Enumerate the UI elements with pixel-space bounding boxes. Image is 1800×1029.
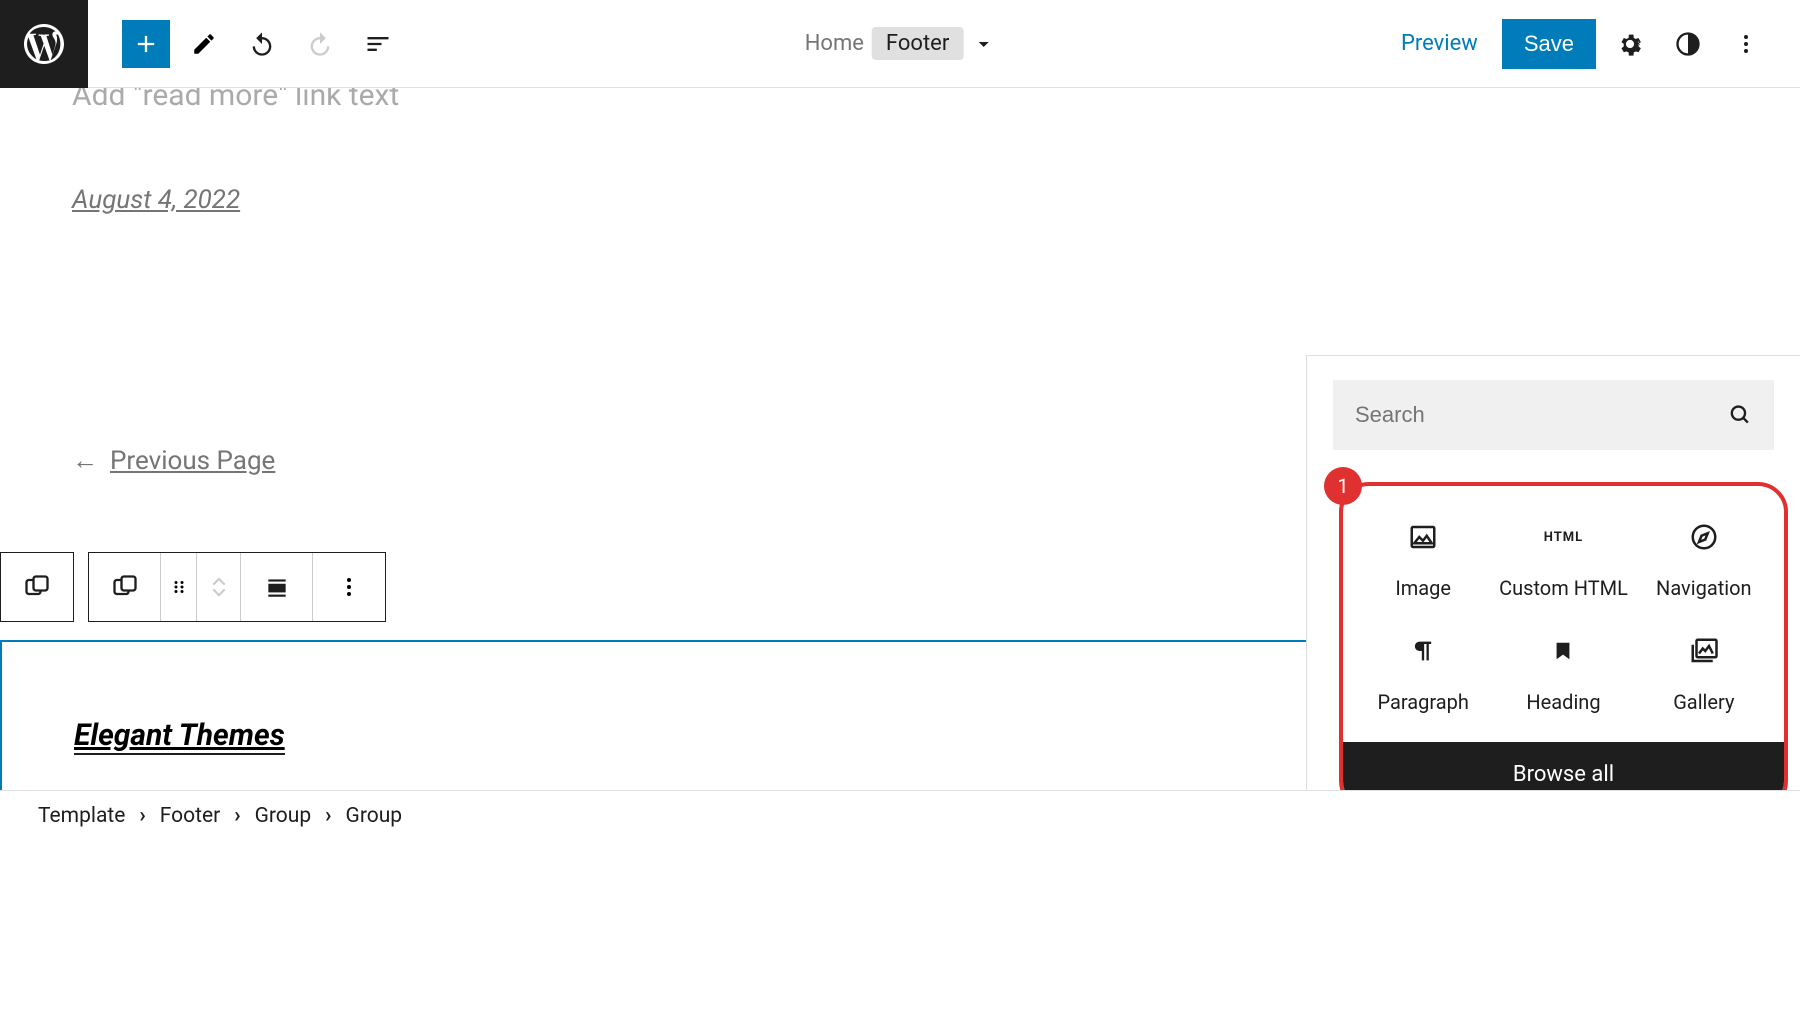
styles-button[interactable] [1664, 20, 1712, 68]
move-buttons [197, 553, 241, 621]
breadcrumb-bar: Template › Footer › Group › Group [0, 790, 1800, 840]
list-view-button[interactable] [354, 20, 402, 68]
more-vertical-icon [1734, 32, 1758, 56]
align-full-icon [264, 574, 290, 600]
gear-icon [1616, 30, 1644, 58]
wordpress-logo[interactable] [0, 0, 88, 88]
block-controls-group [88, 552, 386, 622]
more-vertical-icon [337, 575, 361, 599]
select-parent-button[interactable] [1, 553, 73, 621]
arrow-left-icon: ← [72, 445, 98, 476]
crumb-home-label: Home [805, 31, 864, 56]
top-toolbar: Home Footer Preview Save [0, 0, 1800, 88]
wordpress-icon [20, 20, 68, 68]
drag-handle[interactable] [161, 553, 197, 621]
add-block-button[interactable] [122, 20, 170, 68]
preview-button[interactable]: Preview [1387, 21, 1492, 66]
chevron-down-icon[interactable] [210, 588, 228, 598]
inserter-search[interactable] [1333, 380, 1774, 450]
block-item-label: Custom HTML [1499, 576, 1628, 600]
block-type-button[interactable] [89, 553, 161, 621]
block-inserter-panel: 1 Image HTML Custom HTML Navigation Paragrap… [1306, 355, 1800, 790]
contrast-icon [1674, 30, 1702, 58]
group-icon [111, 573, 139, 601]
drag-icon [170, 578, 188, 596]
breadcrumb-group[interactable]: Group [255, 804, 312, 828]
template-crumb[interactable]: Home Footer [805, 27, 996, 60]
block-item-label: Heading [1526, 690, 1600, 714]
search-icon [1729, 403, 1752, 427]
image-icon [1408, 522, 1438, 552]
options-button[interactable] [1722, 20, 1770, 68]
block-item-image[interactable]: Image [1353, 504, 1493, 618]
bookmark-icon [1548, 636, 1578, 666]
read-more-placeholder[interactable]: Add "read more" link text [72, 88, 1728, 113]
undo-icon [248, 30, 276, 58]
block-parent-group [0, 552, 74, 622]
html-icon: HTML [1548, 522, 1578, 552]
save-button[interactable]: Save [1502, 19, 1596, 69]
breadcrumb-separator: › [325, 804, 331, 828]
redo-icon [306, 30, 334, 58]
editor-canvas: Add "read more" link text August 4, 2022… [0, 88, 1800, 790]
callout-badge: 1 [1324, 467, 1362, 505]
site-title[interactable]: Elegant Themes [74, 718, 285, 755]
breadcrumb-group[interactable]: Group [346, 804, 403, 828]
block-item-navigation[interactable]: Navigation [1634, 504, 1774, 618]
chevron-down-icon [971, 32, 995, 56]
breadcrumb-template[interactable]: Template [38, 804, 125, 828]
paragraph-icon [1408, 636, 1438, 666]
chevron-up-icon[interactable] [210, 576, 228, 586]
pencil-icon [191, 31, 217, 57]
gallery-icon [1689, 636, 1719, 666]
block-grid: Image HTML Custom HTML Navigation Paragraph H… [1343, 486, 1784, 742]
redo-button[interactable] [296, 20, 344, 68]
post-date[interactable]: August 4, 2022 [72, 185, 240, 215]
block-item-custom-html[interactable]: HTML Custom HTML [1493, 504, 1633, 618]
breadcrumb-footer[interactable]: Footer [160, 804, 220, 828]
breadcrumb-separator: › [139, 804, 145, 828]
search-input[interactable] [1355, 402, 1729, 428]
block-item-label: Gallery [1673, 690, 1734, 714]
plus-icon [132, 30, 160, 58]
block-more-button[interactable] [313, 553, 385, 621]
browse-all-button[interactable]: Browse all [1343, 742, 1784, 790]
block-item-label: Paragraph [1377, 690, 1468, 714]
group-icon [23, 573, 51, 601]
undo-button[interactable] [238, 20, 286, 68]
settings-button[interactable] [1606, 20, 1654, 68]
list-icon [364, 30, 392, 58]
compass-icon [1689, 522, 1719, 552]
breadcrumb-separator: › [234, 804, 240, 828]
block-item-gallery[interactable]: Gallery [1634, 618, 1774, 732]
block-item-heading[interactable]: Heading [1493, 618, 1633, 732]
align-button[interactable] [241, 553, 313, 621]
tools-button[interactable] [180, 20, 228, 68]
toolbar-left-group [88, 20, 402, 68]
inserter-callout: 1 ImageHTMLCustom HTMLNavigationParagrap… [1339, 482, 1788, 790]
block-item-label: Image [1395, 576, 1451, 600]
crumb-footer-label: Footer [872, 27, 963, 60]
toolbar-right-group: Preview Save [1387, 19, 1800, 69]
previous-page-link[interactable]: ←Previous Page [72, 445, 275, 476]
block-item-label: Navigation [1656, 576, 1752, 600]
block-item-paragraph[interactable]: Paragraph [1353, 618, 1493, 732]
